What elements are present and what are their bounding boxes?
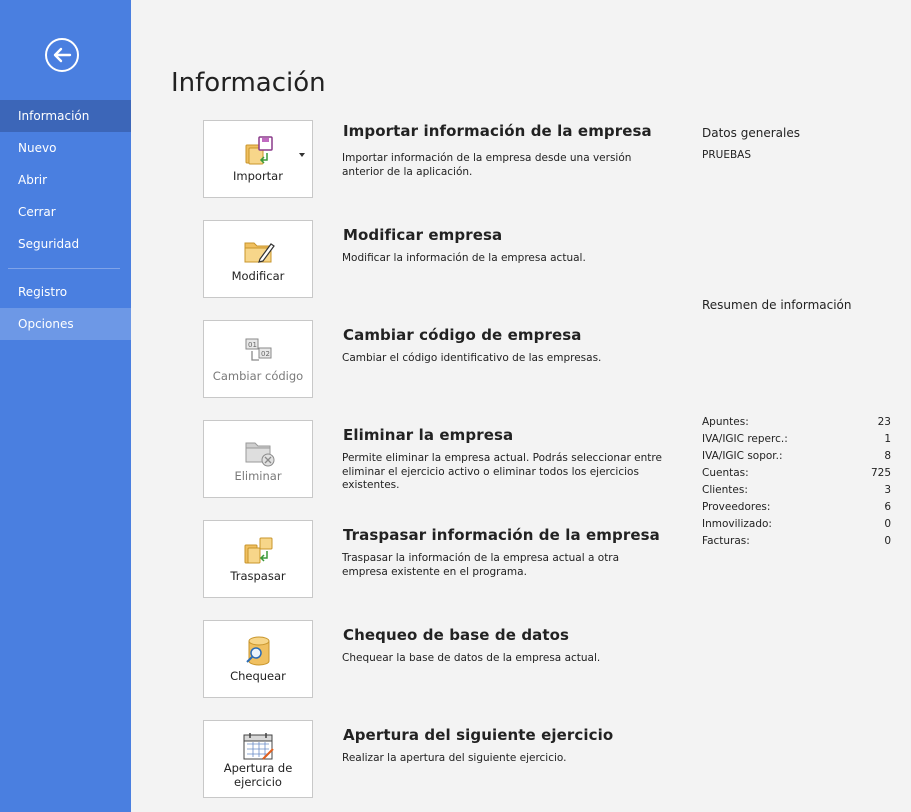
stat-label: Facturas: — [702, 535, 750, 547]
open-fiscal-year-label-line1: Apertura de — [223, 761, 293, 775]
sidebar-item-abrir[interactable]: Abrir — [0, 164, 131, 196]
svg-text:02: 02 — [261, 350, 270, 358]
transfer-icon — [244, 537, 273, 564]
sidebar: Información Nuevo Abrir Cerrar Seguridad… — [0, 0, 131, 812]
calendar-icon — [243, 733, 274, 760]
stat-row: Inmovilizado: 0 — [702, 516, 891, 533]
open-fiscal-year-description: Realizar la apertura del siguiente ejerc… — [342, 752, 567, 764]
import-title: Importar información de la empresa — [343, 122, 652, 140]
delete-description: Permite eliminar la empresa actual. Podr… — [342, 452, 662, 491]
change-code-icon: 01 02 — [245, 338, 272, 361]
stat-row: Facturas: 0 — [702, 533, 891, 550]
stat-label: Apuntes: — [702, 416, 749, 428]
stat-value: 3 — [884, 484, 891, 496]
stat-label: Inmovilizado: — [702, 518, 772, 530]
check-database-title: Chequeo de base de datos — [343, 626, 570, 644]
stat-value: 1 — [884, 433, 891, 445]
stat-value: 8 — [884, 450, 891, 462]
open-fiscal-year-button[interactable]: Apertura de ejercicio — [203, 720, 313, 798]
sidebar-item-cerrar[interactable]: Cerrar — [0, 196, 131, 228]
delete-title: Eliminar la empresa — [343, 426, 514, 444]
sidebar-divider — [8, 268, 120, 269]
change-code-description: Cambiar el código identificativo de las … — [342, 352, 602, 364]
transfer-description: Traspasar la información de la empresa a… — [342, 552, 620, 578]
stat-label: IVA/IGIC sopor.: — [702, 450, 783, 462]
stat-label: Proveedores: — [702, 501, 771, 513]
modify-button-label: Modificar — [231, 269, 285, 283]
page-title: Información — [171, 68, 326, 98]
delete-button-label: Eliminar — [234, 469, 282, 483]
change-code-button-label: Cambiar código — [212, 369, 304, 383]
stat-row: Cuentas: 725 — [702, 465, 891, 482]
stat-value: 6 — [884, 501, 891, 513]
check-database-button-label: Chequear — [230, 669, 286, 683]
company-name: PRUEBAS — [702, 149, 751, 161]
stat-row: Apuntes: 23 — [702, 414, 891, 431]
stat-label: Clientes: — [702, 484, 748, 496]
summary-heading: Resumen de información — [702, 298, 852, 312]
stat-row: Proveedores: 6 — [702, 499, 891, 516]
sidebar-item-registro[interactable]: Registro — [0, 276, 131, 308]
sidebar-item-opciones[interactable]: Opciones — [0, 308, 131, 340]
database-check-icon — [246, 636, 270, 666]
change-code-button[interactable]: 01 02 Cambiar código — [203, 320, 313, 398]
transfer-title: Traspasar información de la empresa — [343, 526, 660, 544]
change-code-title: Cambiar código de empresa — [343, 326, 582, 344]
stat-row: Clientes: 3 — [702, 482, 891, 499]
svg-text:01: 01 — [248, 341, 257, 349]
stat-label: IVA/IGIC reperc.: — [702, 433, 788, 445]
open-fiscal-year-title: Apertura del siguiente ejercicio — [343, 726, 614, 744]
import-button-label: Importar — [233, 169, 283, 183]
modify-title: Modificar empresa — [343, 226, 503, 244]
transfer-button-label: Traspasar — [230, 569, 286, 583]
delete-button[interactable]: Eliminar — [203, 420, 313, 498]
sidebar-item-seguridad[interactable]: Seguridad — [0, 228, 131, 260]
check-database-button[interactable]: Chequear — [203, 620, 313, 698]
sidebar-item-nuevo[interactable]: Nuevo — [0, 132, 131, 164]
check-database-description: Chequear la base de datos de la empresa … — [342, 652, 601, 664]
modify-description: Modificar la información de la empresa a… — [342, 252, 586, 264]
sidebar-item-informacion[interactable]: Información — [0, 100, 131, 132]
modify-button[interactable]: Modificar — [203, 220, 313, 298]
stat-row: IVA/IGIC reperc.: 1 — [702, 431, 891, 448]
open-fiscal-year-label-line2: ejercicio — [234, 775, 282, 789]
edit-folder-icon — [244, 242, 275, 263]
stat-label: Cuentas: — [702, 467, 749, 479]
transfer-button[interactable]: Traspasar — [203, 520, 313, 598]
stat-row: IVA/IGIC sopor.: 8 — [702, 448, 891, 465]
import-icon — [245, 136, 273, 165]
delete-folder-icon — [245, 442, 275, 467]
stat-value: 23 — [877, 416, 891, 428]
back-arrow-icon[interactable] — [44, 37, 80, 73]
chevron-down-icon[interactable] — [299, 153, 305, 157]
stat-value: 0 — [884, 518, 891, 530]
stat-value: 0 — [884, 535, 891, 547]
open-fiscal-year-button-label: Apertura de ejercicio — [204, 761, 312, 789]
stat-value: 725 — [870, 467, 891, 479]
import-button[interactable]: Importar — [203, 120, 313, 198]
import-description: Importar información de la empresa desde… — [342, 152, 632, 178]
general-data-heading: Datos generales — [702, 126, 800, 140]
